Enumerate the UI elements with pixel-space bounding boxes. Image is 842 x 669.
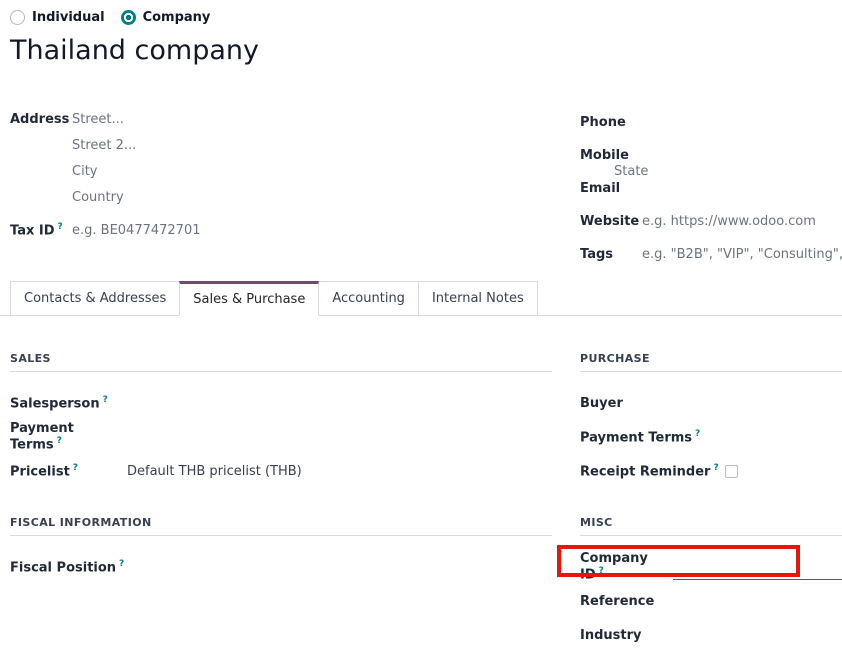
reference-row: Reference	[580, 584, 842, 618]
misc-section: MISC Company ID? Reference Industry	[580, 516, 842, 652]
tax-id-help-icon: ?	[58, 222, 63, 232]
contact-block: Phone Mobile Email Website Tags	[580, 106, 842, 271]
misc-section-header: MISC	[580, 516, 842, 536]
mobile-row: Mobile	[580, 139, 842, 172]
tags-row: Tags	[580, 238, 842, 271]
receipt-reminder-row: Receipt Reminder?	[580, 454, 842, 488]
buyer-row: Buyer	[580, 386, 842, 420]
buyer-input[interactable]	[623, 396, 842, 411]
fiscal-section-header: FISCAL INFORMATION	[10, 516, 552, 536]
purchase-section-header: PURCHASE	[580, 352, 842, 372]
tab-accounting[interactable]: Accounting	[318, 281, 419, 316]
company-id-row: Company ID?	[580, 550, 842, 584]
company-id-label: Company ID?	[580, 551, 673, 582]
industry-input[interactable]	[642, 628, 842, 643]
purchase-payment-terms-help-icon: ?	[695, 429, 700, 439]
sales-payment-terms-input[interactable]	[127, 430, 552, 445]
email-label: Email	[580, 181, 642, 196]
sales-section: SALES Salesperson? Payment Terms? Pricel…	[10, 352, 552, 488]
purchase-payment-terms-row: Payment Terms?	[580, 420, 842, 454]
industry-row: Industry	[580, 618, 842, 652]
sales-section-header: SALES	[10, 352, 552, 372]
street2-row	[10, 132, 552, 158]
country-input[interactable]	[72, 190, 552, 205]
receipt-reminder-help-icon: ?	[713, 463, 718, 473]
individual-radio-icon[interactable]	[10, 10, 25, 25]
individual-radio-option[interactable]: Individual	[10, 10, 105, 25]
tax-id-row: Tax ID?	[10, 217, 552, 243]
fiscal-information-section: FISCAL INFORMATION Fiscal Position?	[10, 516, 552, 584]
industry-label: Industry	[580, 628, 642, 643]
pricelist-label: Pricelist?	[10, 463, 127, 479]
salesperson-help-icon: ?	[103, 395, 108, 405]
website-input[interactable]	[642, 214, 842, 229]
mobile-input[interactable]	[642, 148, 842, 163]
city-input[interactable]	[72, 164, 614, 179]
mobile-label: Mobile	[580, 148, 642, 163]
tax-id-label: Tax ID?	[10, 222, 72, 238]
salesperson-label: Salesperson?	[10, 395, 127, 411]
city-state-zip-row	[10, 158, 552, 184]
purchase-payment-terms-label: Payment Terms?	[580, 429, 700, 445]
salesperson-row: Salesperson?	[10, 386, 552, 420]
tags-input[interactable]	[642, 247, 842, 262]
receipt-reminder-label: Receipt Reminder?	[580, 463, 719, 479]
fiscal-position-row: Fiscal Position?	[10, 550, 552, 584]
tax-id-input[interactable]	[72, 223, 552, 238]
company-id-help-icon: ?	[599, 566, 604, 576]
tab-contacts-addresses[interactable]: Contacts & Addresses	[10, 281, 180, 316]
street2-input[interactable]	[72, 138, 552, 153]
website-label: Website	[580, 214, 642, 229]
email-row: Email	[580, 172, 842, 205]
tab-internal-notes[interactable]: Internal Notes	[418, 281, 538, 316]
receipt-reminder-checkbox[interactable]	[725, 465, 738, 478]
partner-form: Individual Company Thailand company Addr…	[0, 0, 842, 669]
pricelist-input[interactable]	[127, 464, 552, 479]
purchase-section: PURCHASE Buyer Payment Terms? Receipt Re…	[580, 352, 842, 488]
address-label: Address	[10, 112, 72, 127]
company-name-field[interactable]: Thailand company	[10, 34, 259, 68]
phone-row: Phone	[580, 106, 842, 139]
country-row	[10, 184, 552, 210]
email-input[interactable]	[642, 181, 842, 196]
notebook-tabs: Contacts & Addresses Sales & Purchase Ac…	[0, 281, 842, 316]
pricelist-help-icon: ?	[73, 463, 78, 473]
sales-payment-terms-help-icon: ?	[57, 436, 62, 446]
pricelist-row: Pricelist?	[10, 454, 552, 488]
buyer-label: Buyer	[580, 396, 623, 411]
company-radio-icon[interactable]	[121, 10, 136, 25]
reference-label: Reference	[580, 594, 654, 609]
website-row: Website	[580, 205, 842, 238]
salesperson-input[interactable]	[127, 396, 552, 411]
address-block: Address Tax ID?	[10, 106, 552, 243]
phone-label: Phone	[580, 115, 642, 130]
street-row: Address	[10, 106, 552, 132]
company-id-input[interactable]	[673, 554, 842, 580]
phone-input[interactable]	[642, 115, 842, 130]
street-input[interactable]	[72, 112, 552, 127]
sales-payment-terms-label: Payment Terms?	[10, 421, 127, 452]
individual-radio-label[interactable]: Individual	[32, 10, 105, 25]
tags-label: Tags	[580, 247, 642, 262]
company-radio-label[interactable]: Company	[143, 10, 211, 25]
sales-payment-terms-row: Payment Terms?	[10, 420, 552, 454]
tab-sales-purchase[interactable]: Sales & Purchase	[179, 281, 319, 316]
fiscal-position-label: Fiscal Position?	[10, 559, 124, 575]
reference-input[interactable]	[654, 594, 842, 609]
company-radio-option[interactable]: Company	[121, 10, 211, 25]
fiscal-position-input[interactable]	[124, 560, 552, 575]
company-type-radio-group: Individual Company	[10, 10, 210, 25]
